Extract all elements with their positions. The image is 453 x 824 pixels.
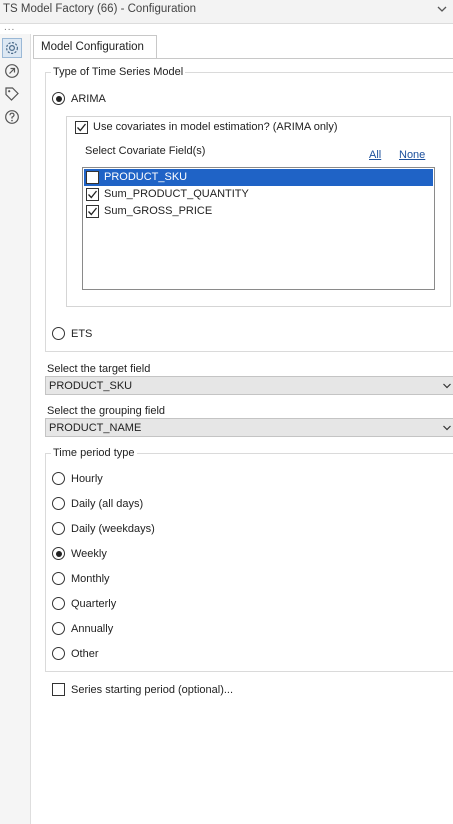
other-radio[interactable] bbox=[52, 647, 65, 660]
tab-model-configuration[interactable]: Model Configuration bbox=[33, 35, 157, 59]
series-start-label: Series starting period (optional)... bbox=[71, 684, 234, 696]
arima-radio[interactable] bbox=[52, 92, 65, 105]
list-item[interactable]: Sum_GROSS_PRICE bbox=[84, 203, 433, 220]
period-label: Hourly bbox=[71, 473, 103, 485]
covariate-header: Select Covariate Field(s) bbox=[85, 145, 206, 157]
quarterly-radio[interactable] bbox=[52, 597, 65, 610]
grouping-field-value: PRODUCT_NAME bbox=[49, 422, 142, 434]
list-item[interactable]: Sum_PRODUCT_QUANTITY bbox=[84, 186, 433, 203]
field-checkbox[interactable] bbox=[86, 188, 99, 201]
select-none-link[interactable]: None bbox=[399, 149, 425, 161]
period-label: Annually bbox=[71, 623, 114, 635]
tab-divider bbox=[33, 58, 453, 59]
ets-radio[interactable] bbox=[52, 327, 65, 340]
annually-radio[interactable] bbox=[52, 622, 65, 635]
period-label: Monthly bbox=[71, 573, 110, 585]
window-title: TS Model Factory (66) - Configuration bbox=[3, 3, 197, 15]
tag-icon[interactable] bbox=[2, 84, 22, 104]
chevron-down-icon[interactable] bbox=[435, 2, 449, 16]
time-period-group bbox=[45, 453, 453, 672]
field-label: PRODUCT_SKU bbox=[104, 171, 188, 183]
daily-all-days-radio[interactable] bbox=[52, 497, 65, 510]
target-field-select[interactable]: PRODUCT_SKU bbox=[45, 376, 453, 395]
time-period-title: Time period type bbox=[51, 447, 137, 459]
daily-weekdays-radio[interactable] bbox=[52, 522, 65, 535]
left-sidebar bbox=[0, 34, 31, 824]
field-label: Sum_PRODUCT_QUANTITY bbox=[104, 188, 249, 200]
model-type-title: Type of Time Series Model bbox=[51, 66, 186, 78]
grouping-field-select[interactable]: PRODUCT_NAME bbox=[45, 418, 453, 437]
field-label: Sum_GROSS_PRICE bbox=[104, 205, 213, 217]
ets-label: ETS bbox=[71, 328, 93, 340]
select-all-link[interactable]: All bbox=[369, 149, 381, 161]
target-field-label: Select the target field bbox=[47, 363, 151, 375]
period-label: Quarterly bbox=[71, 598, 117, 610]
series-start-checkbox[interactable] bbox=[52, 683, 65, 696]
use-covariates-label: Use covariates in model estimation? (ARI… bbox=[93, 121, 341, 133]
target-field-value: PRODUCT_SKU bbox=[49, 380, 133, 392]
period-label: Other bbox=[71, 648, 99, 660]
list-item[interactable]: PRODUCT_SKU bbox=[84, 169, 433, 186]
monthly-radio[interactable] bbox=[52, 572, 65, 585]
period-label: Daily (weekdays) bbox=[71, 523, 155, 535]
period-label: Weekly bbox=[71, 548, 107, 560]
navigate-arrow-icon[interactable] bbox=[2, 61, 22, 81]
grouping-field-label: Select the grouping field bbox=[47, 405, 166, 417]
overflow-dots: ... bbox=[4, 22, 16, 33]
weekly-radio[interactable] bbox=[52, 547, 65, 560]
covariate-field-list[interactable]: PRODUCT_SKU Sum_PRODUCT_QUANTITY Sum_GRO… bbox=[82, 167, 435, 290]
period-label: Daily (all days) bbox=[71, 498, 144, 510]
title-bar: TS Model Factory (66) - Configuration bbox=[0, 0, 453, 24]
use-covariates-checkbox[interactable] bbox=[75, 121, 88, 134]
chevron-down-icon bbox=[443, 425, 451, 431]
arima-label: ARIMA bbox=[71, 93, 106, 105]
field-checkbox[interactable] bbox=[86, 171, 99, 184]
chevron-down-icon bbox=[443, 383, 451, 389]
hourly-radio[interactable] bbox=[52, 472, 65, 485]
help-icon[interactable] bbox=[2, 107, 22, 127]
settings-gear-icon[interactable] bbox=[2, 38, 22, 58]
field-checkbox[interactable] bbox=[86, 205, 99, 218]
